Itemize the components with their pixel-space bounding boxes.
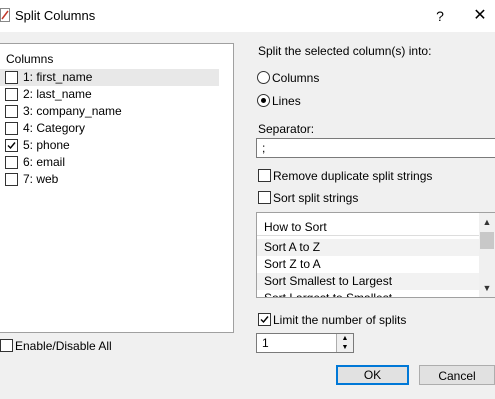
column-item-last-name[interactable]: 2: last_name	[0, 86, 233, 103]
spinner-arrows: ▲ ▼	[336, 334, 353, 352]
column-label: 5: phone	[23, 138, 70, 152]
help-button[interactable]: ?	[426, 2, 454, 30]
column-checkbox[interactable]	[5, 122, 18, 135]
columns-list: 1: first_name 2: last_name 3: company_na…	[0, 69, 233, 188]
scroll-thumb[interactable]	[480, 232, 494, 249]
checkmark-icon	[260, 316, 269, 324]
scroll-down-icon[interactable]: ▼	[479, 281, 495, 295]
column-checkbox[interactable]	[5, 173, 18, 186]
sort-split-checkbox[interactable]	[258, 191, 271, 204]
column-label: 7: web	[23, 172, 59, 186]
column-item-email[interactable]: 6: email	[0, 154, 233, 171]
spin-down-icon[interactable]: ▼	[337, 343, 353, 352]
column-item-phone[interactable]: 5: phone	[0, 137, 233, 154]
radio-columns[interactable]	[257, 71, 270, 84]
sort-item-z-to-a[interactable]: Sort Z to A	[257, 256, 479, 273]
enable-all-checkbox[interactable]	[0, 339, 13, 352]
column-label: 6: email	[23, 155, 66, 169]
checkmark-icon	[7, 142, 16, 150]
column-item-category[interactable]: 4: Category	[0, 120, 233, 137]
remove-duplicates-label[interactable]: Remove duplicate split strings	[273, 169, 432, 183]
sort-item-a-to-z[interactable]: Sort A to Z	[257, 239, 479, 256]
sort-list-scrollbar[interactable]: ▲ ▼	[479, 213, 495, 297]
title-bar: Split Columns ? ✕	[0, 0, 495, 32]
separator-input[interactable]: ;	[256, 138, 495, 158]
column-checkbox[interactable]	[5, 105, 18, 118]
window-title: Split Columns	[15, 8, 96, 23]
columns-list-panel: Columns 1: first_name 2: last_name 3: co…	[0, 43, 234, 333]
limit-splits-label[interactable]: Limit the number of splits	[273, 313, 406, 327]
separator-value: ;	[262, 141, 266, 155]
column-label: 2: last_name	[23, 87, 92, 101]
column-label: 3: company_name	[23, 104, 122, 118]
app-icon	[0, 8, 10, 22]
column-checkbox[interactable]	[5, 156, 18, 169]
radio-lines-label[interactable]: Lines	[272, 94, 301, 108]
column-checkbox[interactable]	[5, 139, 18, 152]
sort-item-smallest-largest[interactable]: Sort Smallest to Largest	[257, 273, 479, 290]
enable-disable-all[interactable]: Enable/Disable All	[0, 339, 200, 353]
radio-columns-label[interactable]: Columns	[272, 71, 319, 85]
limit-count-spinner[interactable]: 1 ▲ ▼	[256, 333, 354, 353]
close-button[interactable]: ✕	[466, 2, 494, 30]
columns-header: Columns	[6, 52, 54, 66]
column-label: 1: first_name	[23, 70, 93, 84]
sort-options-list[interactable]: How to Sort Sort A to Z Sort Z to A Sort…	[256, 212, 495, 298]
sort-item-largest-smallest[interactable]: Sort Largest to Smallest	[257, 290, 479, 297]
sort-split-label[interactable]: Sort split strings	[273, 191, 358, 205]
sort-list-header: How to Sort	[257, 219, 479, 236]
column-label: 4: Category	[23, 121, 86, 135]
ok-button[interactable]: OK	[336, 365, 409, 385]
column-checkbox[interactable]	[5, 71, 18, 84]
separator-label: Separator:	[258, 122, 315, 136]
column-item-first-name[interactable]: 1: first_name	[0, 69, 219, 86]
cancel-button[interactable]: Cancel	[419, 365, 495, 385]
radio-lines[interactable]	[257, 94, 270, 107]
limit-splits-checkbox[interactable]	[258, 313, 271, 326]
split-heading: Split the selected column(s) into:	[258, 44, 432, 58]
enable-all-label: Enable/Disable All	[15, 339, 112, 353]
column-item-web[interactable]: 7: web	[0, 171, 233, 188]
radio-selected-dot	[261, 98, 266, 103]
column-item-company-name[interactable]: 3: company_name	[0, 103, 233, 120]
limit-count-value: 1	[262, 336, 269, 350]
remove-duplicates-checkbox[interactable]	[258, 169, 271, 182]
scroll-up-icon[interactable]: ▲	[479, 215, 495, 229]
column-checkbox[interactable]	[5, 88, 18, 101]
